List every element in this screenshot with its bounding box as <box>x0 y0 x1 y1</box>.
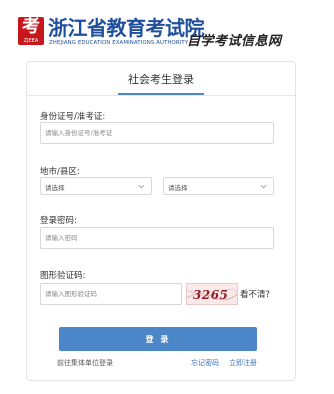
group-login-link[interactable]: 前往集体单位登录 <box>57 358 113 368</box>
password-input[interactable] <box>40 227 274 249</box>
captcha-code: 3265 <box>193 288 229 302</box>
org-name: 浙江省教育考试院 <box>48 16 205 40</box>
id-number-input[interactable] <box>40 122 274 144</box>
id-number-label: 身份证号/准考证: <box>40 112 106 122</box>
chevron-down-icon <box>260 184 267 189</box>
captcha-label: 图形验证码: <box>40 271 86 281</box>
captcha-input[interactable] <box>40 283 182 305</box>
region-label: 地市/县区: <box>40 167 80 177</box>
city-select[interactable]: 请选择 <box>40 177 152 195</box>
register-link[interactable]: 立即注册 <box>229 358 257 368</box>
exam-authority-logo: 考 ZJEEA <box>18 17 44 45</box>
site-header: 考 ZJEEA 浙江省教育考试院 ZHEJIANG EDUCATION EXAM… <box>0 0 334 58</box>
logo-mark: 考 <box>22 16 40 37</box>
city-select-value: 请选择 <box>45 184 65 192</box>
forgot-password-link[interactable]: 忘记密码 <box>191 358 219 368</box>
district-select-value: 请选择 <box>168 184 188 192</box>
active-tab-indicator <box>118 93 204 95</box>
org-name-en: ZHEJIANG EDUCATION EXAMINATIONS AUTHORIT… <box>49 40 189 46</box>
site-name: 自学考试信息网 <box>187 34 282 49</box>
refresh-captcha-link[interactable]: 看不清? <box>240 288 270 300</box>
chevron-down-icon <box>138 184 145 189</box>
logo-caption: ZJEEA <box>23 38 39 44</box>
tab-social-candidate-login[interactable]: 社会考生登录 <box>27 62 295 96</box>
district-select[interactable]: 请选择 <box>163 177 274 195</box>
captcha-image[interactable]: 3265 <box>186 283 238 305</box>
login-button[interactable]: 登 录 <box>59 327 257 351</box>
tab-label: 社会考生登录 <box>128 73 194 86</box>
password-label: 登录密码: <box>40 216 77 226</box>
